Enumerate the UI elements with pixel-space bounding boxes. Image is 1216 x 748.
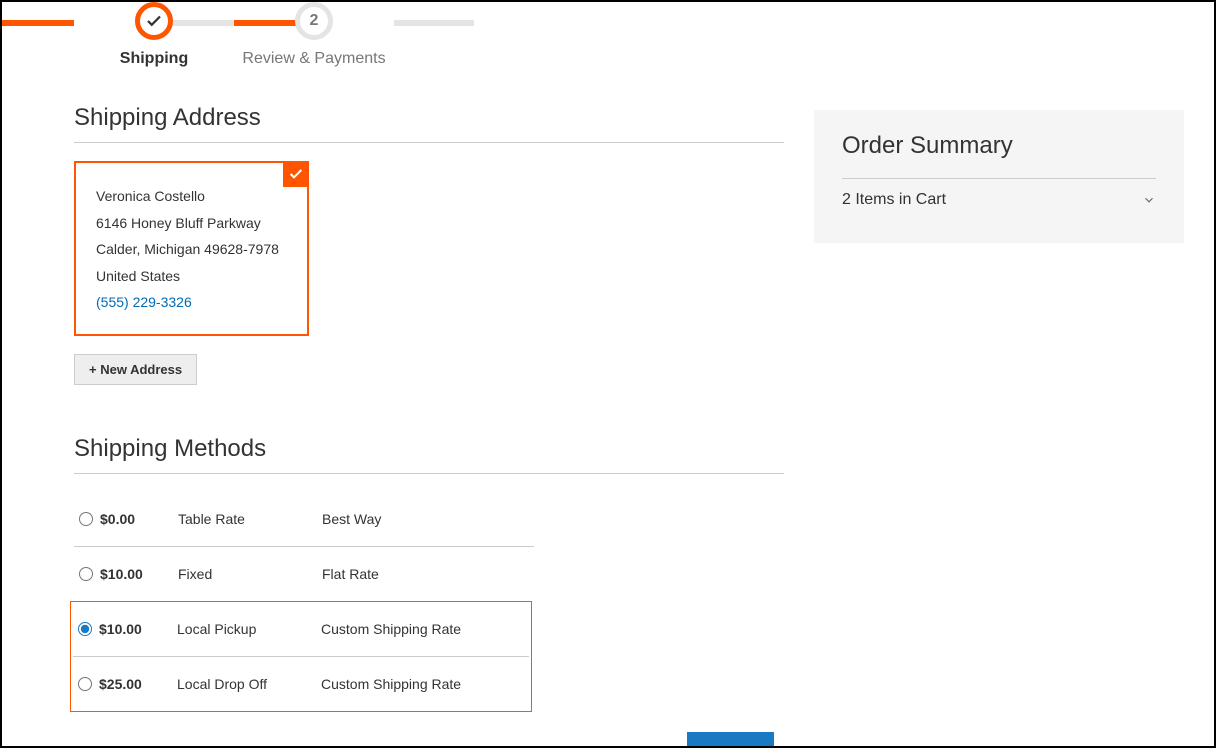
shipping-methods-table: $0.00 Table Rate Best Way $10.00 Fixed F…: [74, 492, 534, 601]
table-row[interactable]: $25.00 Local Drop Off Custom Shipping Ra…: [73, 657, 529, 711]
price-cell: $25.00: [99, 676, 177, 692]
highlighted-methods: $10.00 Local Pickup Custom Shipping Rate…: [70, 601, 532, 712]
step-review-label: Review & Payments: [242, 50, 385, 68]
step-review-circle[interactable]: 2: [295, 2, 333, 40]
divider: [74, 473, 784, 474]
price-cell: $0.00: [100, 511, 178, 527]
method-cell: Local Pickup: [177, 621, 321, 637]
shipping-radio[interactable]: [78, 622, 92, 636]
cart-items-toggle[interactable]: 2 Items in Cart: [842, 178, 1156, 221]
progress-line: [0, 20, 74, 26]
table-row[interactable]: $10.00 Local Pickup Custom Shipping Rate: [73, 602, 529, 657]
check-icon: [145, 12, 163, 30]
address-city: Calder, Michigan 49628-7978: [96, 236, 287, 263]
step-shipping-circle[interactable]: [135, 2, 173, 40]
progress-bar: Shipping 2 Review & Payments: [74, 2, 1186, 68]
check-icon: [288, 166, 304, 182]
price-cell: $10.00: [99, 621, 177, 637]
carrier-cell: Flat Rate: [322, 566, 534, 582]
step-number: 2: [310, 12, 319, 30]
address-country: United States: [96, 263, 287, 290]
shipping-radio[interactable]: [79, 567, 93, 581]
table-row[interactable]: $0.00 Table Rate Best Way: [74, 492, 534, 547]
address-card-selected[interactable]: Veronica Costello 6146 Honey Bluff Parkw…: [74, 161, 309, 336]
method-cell: Local Drop Off: [177, 676, 321, 692]
selected-badge: [283, 161, 309, 187]
progress-line: [394, 20, 474, 26]
divider: [74, 142, 784, 143]
address-street: 6146 Honey Bluff Parkway: [96, 210, 287, 237]
shipping-radio[interactable]: [78, 677, 92, 691]
order-summary: Order Summary 2 Items in Cart: [814, 110, 1184, 243]
cart-items-label: 2 Items in Cart: [842, 191, 946, 209]
next-button[interactable]: Next: [687, 732, 774, 748]
method-cell: Table Rate: [178, 511, 322, 527]
carrier-cell: Best Way: [322, 511, 534, 527]
shipping-methods-title: Shipping Methods: [74, 435, 784, 463]
new-address-button[interactable]: + New Address: [74, 354, 197, 385]
address-name: Veronica Costello: [96, 183, 287, 210]
order-summary-title: Order Summary: [842, 132, 1156, 160]
carrier-cell: Custom Shipping Rate: [321, 676, 529, 692]
carrier-cell: Custom Shipping Rate: [321, 621, 529, 637]
price-cell: $10.00: [100, 566, 178, 582]
shipping-radio[interactable]: [79, 512, 93, 526]
method-cell: Fixed: [178, 566, 322, 582]
shipping-address-title: Shipping Address: [74, 104, 784, 132]
table-row[interactable]: $10.00 Fixed Flat Rate: [74, 547, 534, 601]
chevron-down-icon: [1142, 193, 1156, 207]
step-shipping-label: Shipping: [120, 50, 188, 68]
address-phone[interactable]: (555) 229-3326: [96, 294, 192, 310]
